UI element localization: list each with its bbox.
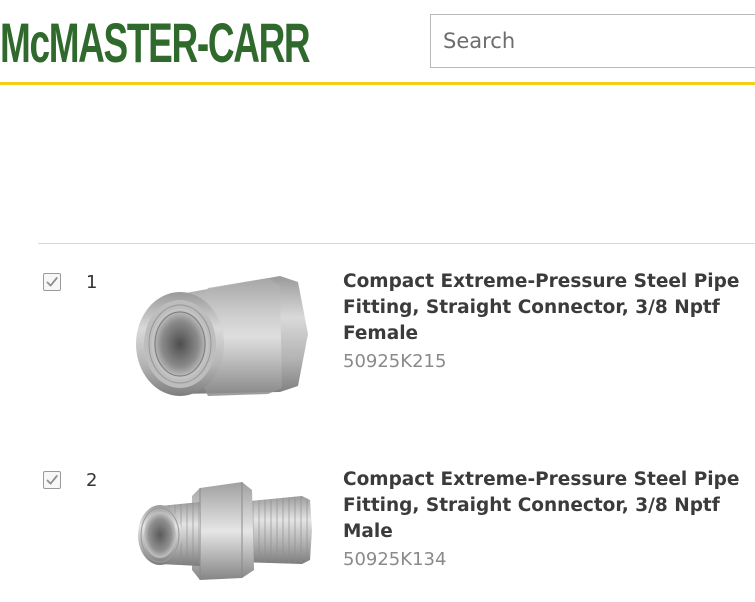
list-item: 2 Compact Extreme-Pressure Steel Pipe Fi…: [0, 462, 755, 602]
header-accent-rule: [0, 82, 755, 85]
checkmark-icon: [46, 475, 58, 485]
search-box[interactable]: [430, 14, 755, 68]
search-input[interactable]: [431, 15, 743, 67]
item-checkbox[interactable]: [43, 273, 61, 291]
checkmark-icon: [46, 277, 58, 287]
list-item: 1 Compact Extreme-Pressure Steel Pipe Fi…: [0, 264, 755, 404]
item-part-number[interactable]: 50925K134: [343, 548, 446, 572]
mcmaster-carr-logo[interactable]: McMASTER-CARR: [0, 14, 311, 72]
product-image-female-coupling[interactable]: [130, 264, 320, 399]
item-index: 1: [86, 272, 98, 293]
section-divider: [38, 243, 755, 244]
site-header: McMASTER-CARR: [0, 0, 755, 85]
product-image-hex-nipple[interactable]: [130, 462, 320, 597]
item-title[interactable]: Compact Extreme-Pressure Steel Pipe Fitt…: [343, 467, 753, 545]
item-title[interactable]: Compact Extreme-Pressure Steel Pipe Fitt…: [343, 269, 753, 347]
item-part-number[interactable]: 50925K215: [343, 350, 446, 374]
item-index: 2: [86, 470, 98, 491]
item-checkbox[interactable]: [43, 471, 61, 489]
